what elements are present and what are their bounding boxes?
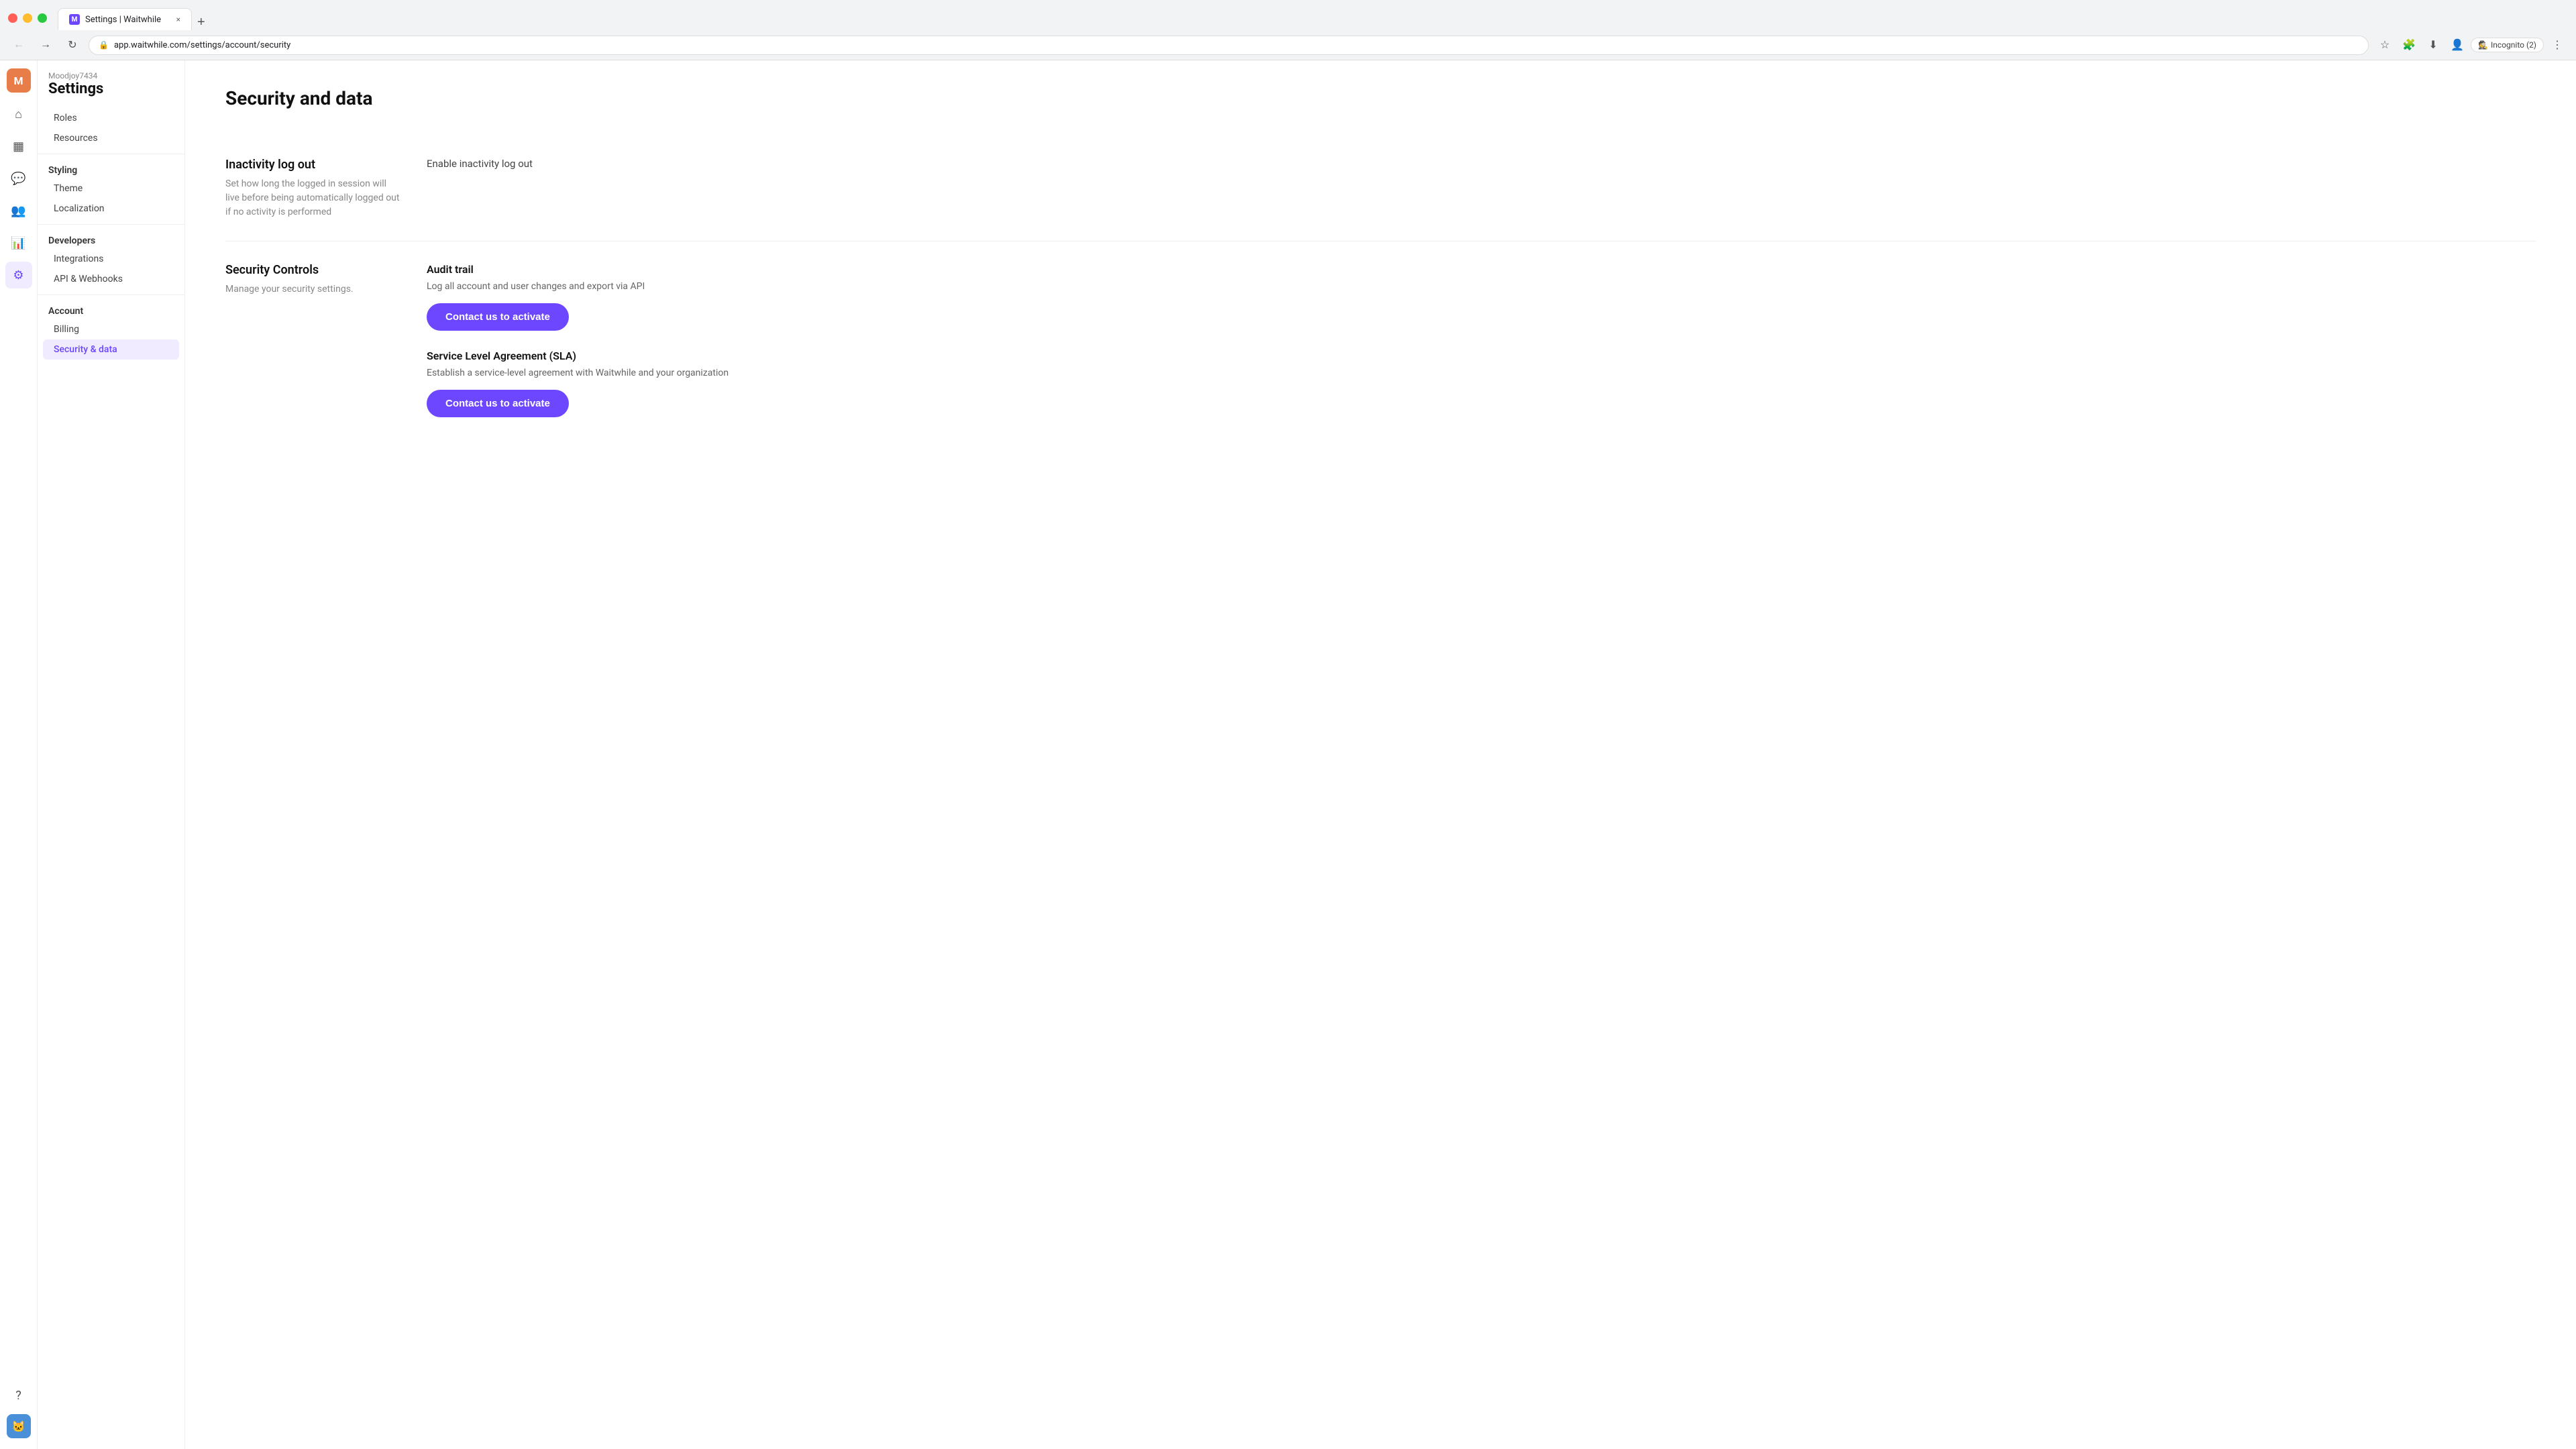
inactivity-content: Enable inactivity log out bbox=[427, 158, 2536, 219]
minimize-window-button[interactable] bbox=[23, 13, 32, 23]
nav-chart[interactable]: 📊 bbox=[5, 229, 32, 256]
url-text: app.waitwhile.com/settings/account/secur… bbox=[114, 40, 290, 50]
audit-trail-desc: Log all account and user changes and exp… bbox=[427, 280, 2536, 294]
user-avatar[interactable]: 🐱 bbox=[7, 1414, 31, 1438]
inactivity-title: Inactivity log out bbox=[225, 158, 400, 172]
sidebar-section-account: Account bbox=[38, 301, 184, 319]
sidebar-item-localization[interactable]: Localization bbox=[43, 199, 179, 219]
security-desc: Manage your security settings. bbox=[225, 282, 400, 297]
browser-chrome: M Settings | Waitwhile × + ← → ↻ 🔒 app.w… bbox=[0, 0, 2576, 60]
sla-activate-button[interactable]: Contact us to activate bbox=[427, 390, 569, 417]
sidebar-item-resources[interactable]: Resources bbox=[43, 128, 179, 148]
security-title: Security Controls bbox=[225, 263, 400, 277]
tab-favicon: M bbox=[69, 14, 80, 25]
audit-trail-title: Audit trail bbox=[427, 263, 2536, 276]
browser-titlebar: M Settings | Waitwhile × + bbox=[0, 0, 2576, 30]
incognito-label: Incognito (2) bbox=[2491, 40, 2536, 50]
page-title: Security and data bbox=[225, 87, 2536, 109]
sidebar-item-api-webhooks[interactable]: API & Webhooks bbox=[43, 269, 179, 289]
nav-calendar[interactable]: ▦ bbox=[5, 133, 32, 160]
sla-subsection: Service Level Agreement (SLA) Establish … bbox=[427, 350, 2536, 417]
window-controls bbox=[8, 13, 47, 23]
sla-title: Service Level Agreement (SLA) bbox=[427, 350, 2536, 362]
nav-chat[interactable]: 💬 bbox=[5, 165, 32, 192]
security-controls-section: Security Controls Manage your security s… bbox=[225, 241, 2536, 458]
icon-nav: M ⌂ ▦ 💬 👥 📊 ⚙ ? 🐱 bbox=[0, 60, 38, 1449]
incognito-badge[interactable]: 🕵 Incognito (2) bbox=[2471, 38, 2544, 52]
tab-close-button[interactable]: × bbox=[176, 15, 180, 24]
menu-button[interactable]: ⋮ bbox=[2546, 34, 2568, 56]
security-content: Audit trail Log all account and user cha… bbox=[427, 263, 2536, 436]
sidebar: Moodjoy7434 Settings Roles Resources Sty… bbox=[38, 60, 185, 1449]
inactivity-section: Inactivity log out Set how long the logg… bbox=[225, 136, 2536, 241]
back-button[interactable]: ← bbox=[8, 34, 30, 56]
inactivity-desc: Set how long the logged in session will … bbox=[225, 177, 400, 219]
audit-trail-subsection: Audit trail Log all account and user cha… bbox=[427, 263, 2536, 331]
close-window-button[interactable] bbox=[8, 13, 17, 23]
extensions-button[interactable]: 🧩 bbox=[2398, 34, 2420, 56]
reload-button[interactable]: ↻ bbox=[62, 34, 83, 56]
sidebar-divider-3 bbox=[38, 294, 184, 295]
tab-bar: M Settings | Waitwhile × + bbox=[52, 8, 216, 30]
active-tab[interactable]: M Settings | Waitwhile × bbox=[58, 8, 192, 30]
new-tab-button[interactable]: + bbox=[192, 15, 211, 30]
security-info: Security Controls Manage your security s… bbox=[225, 263, 400, 436]
nav-help[interactable]: ? bbox=[5, 1382, 32, 1409]
main-content: Security and data Inactivity log out Set… bbox=[185, 60, 2576, 1449]
sla-desc: Establish a service-level agreement with… bbox=[427, 366, 2536, 380]
sidebar-item-security-data[interactable]: Security & data bbox=[43, 339, 179, 360]
nav-settings[interactable]: ⚙ bbox=[5, 262, 32, 288]
profile-button[interactable]: 👤 bbox=[2447, 34, 2468, 56]
nav-home[interactable]: ⌂ bbox=[5, 101, 32, 127]
app-container: M ⌂ ▦ 💬 👥 📊 ⚙ ? 🐱 Moodjoy7434 Settings R… bbox=[0, 60, 2576, 1449]
bookmark-button[interactable]: ☆ bbox=[2374, 34, 2396, 56]
address-bar[interactable]: 🔒 app.waitwhile.com/settings/account/sec… bbox=[89, 36, 2369, 55]
sidebar-section-styling: Styling bbox=[38, 160, 184, 178]
incognito-icon: 🕵 bbox=[2478, 40, 2488, 50]
sidebar-header: Moodjoy7434 Settings bbox=[38, 71, 184, 108]
browser-toolbar: ← → ↻ 🔒 app.waitwhile.com/settings/accou… bbox=[0, 30, 2576, 60]
avatar[interactable]: M bbox=[7, 68, 31, 93]
sidebar-item-billing[interactable]: Billing bbox=[43, 319, 179, 339]
tab-title: Settings | Waitwhile bbox=[85, 15, 161, 25]
sidebar-item-theme[interactable]: Theme bbox=[43, 178, 179, 199]
nav-team[interactable]: 👥 bbox=[5, 197, 32, 224]
inactivity-info: Inactivity log out Set how long the logg… bbox=[225, 158, 400, 219]
download-button[interactable]: ⬇ bbox=[2422, 34, 2444, 56]
audit-trail-activate-button[interactable]: Contact us to activate bbox=[427, 303, 569, 331]
maximize-window-button[interactable] bbox=[38, 13, 47, 23]
toolbar-actions: ☆ 🧩 ⬇ 👤 🕵 Incognito (2) ⋮ bbox=[2374, 34, 2568, 56]
forward-button[interactable]: → bbox=[35, 34, 56, 56]
sidebar-divider-2 bbox=[38, 224, 184, 225]
sidebar-username: Moodjoy7434 bbox=[48, 71, 174, 80]
sidebar-section-developers: Developers bbox=[38, 230, 184, 249]
sidebar-title: Settings bbox=[48, 80, 174, 97]
inactivity-toggle-label: Enable inactivity log out bbox=[427, 158, 2536, 170]
lock-icon: 🔒 bbox=[99, 40, 109, 50]
sidebar-item-roles[interactable]: Roles bbox=[43, 108, 179, 128]
sidebar-item-integrations[interactable]: Integrations bbox=[43, 249, 179, 269]
